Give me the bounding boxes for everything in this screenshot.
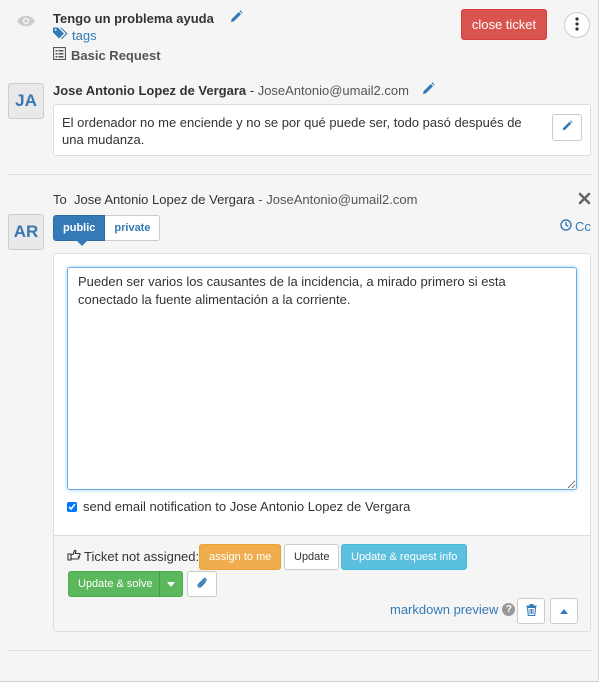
notify-checkbox[interactable] bbox=[67, 501, 77, 512]
assign-status-text: Ticket not assigned: bbox=[84, 549, 200, 564]
ticket-title: Tengo un problema ayuda bbox=[53, 10, 244, 26]
assign-status: Ticket not assigned: bbox=[67, 549, 199, 564]
tag-icon bbox=[53, 27, 68, 43]
reply-textarea[interactable]: Pueden ser varios los causantes de la in… bbox=[67, 267, 577, 490]
notify-label: send email notification to Jose Antonio … bbox=[83, 499, 411, 514]
author-email: JoseAntonio@umail2.com bbox=[257, 83, 409, 98]
avatar: JA bbox=[8, 83, 44, 119]
vertical-ellipsis-icon bbox=[575, 16, 579, 34]
to-label: To bbox=[53, 192, 67, 207]
divider-bottom bbox=[8, 650, 591, 651]
remove-recipient-icon[interactable] bbox=[578, 192, 592, 206]
question-circle-icon[interactable]: ? bbox=[502, 603, 516, 616]
author-name: Jose Antonio Lopez de Vergara bbox=[53, 83, 247, 98]
reply-recipient-line: To Jose Antonio Lopez de Vergara - JoseA… bbox=[53, 192, 417, 207]
pencil-icon bbox=[561, 120, 573, 135]
cc-link[interactable]: Cc bbox=[560, 219, 591, 234]
update-solve-dropdown-button[interactable] bbox=[159, 571, 183, 597]
markdown-preview-link[interactable]: markdown preview ? bbox=[390, 602, 516, 617]
collapse-button[interactable] bbox=[550, 598, 578, 624]
recipient-separator: - bbox=[254, 192, 267, 207]
clock-icon bbox=[560, 219, 572, 234]
recipient-email: JoseAntonio@umail2.com bbox=[266, 192, 418, 207]
update-solve-button[interactable]: Update & solve bbox=[68, 571, 163, 597]
divider bbox=[8, 174, 591, 175]
delete-draft-button[interactable] bbox=[517, 598, 545, 624]
edit-title-icon[interactable] bbox=[229, 10, 244, 24]
notify-row: send email notification to Jose Antonio … bbox=[67, 499, 410, 514]
cc-label: Cc bbox=[575, 219, 591, 234]
tags-link[interactable]: tags bbox=[53, 27, 97, 43]
request-type: Basic Request bbox=[52, 46, 161, 63]
caret-down-icon bbox=[167, 578, 175, 590]
trash-icon bbox=[526, 603, 537, 619]
author-separator: - bbox=[246, 83, 258, 98]
request-type-label: Basic Request bbox=[71, 47, 161, 63]
tags-label: tags bbox=[72, 27, 97, 43]
edit-author-icon[interactable] bbox=[421, 82, 435, 99]
attach-button[interactable] bbox=[187, 571, 217, 597]
message-box: El ordenador no me enciende y no se por … bbox=[53, 104, 591, 156]
message-body: El ordenador no me enciende y no se por … bbox=[62, 115, 522, 147]
close-ticket-button[interactable]: close ticket bbox=[461, 9, 547, 40]
update-request-info-button[interactable]: Update & request info bbox=[341, 544, 468, 570]
edit-message-button[interactable] bbox=[552, 114, 582, 141]
markdown-preview-label: markdown preview bbox=[390, 602, 499, 617]
paperclip-icon bbox=[196, 577, 208, 592]
list-alt-icon bbox=[52, 46, 67, 63]
tab-private[interactable]: private bbox=[105, 215, 161, 241]
tab-public[interactable]: public bbox=[53, 215, 106, 246]
message-author-line: Jose Antonio Lopez de Vergara - JoseAnto… bbox=[53, 82, 435, 99]
update-button[interactable]: Update bbox=[284, 544, 340, 570]
reply-avatar: AR bbox=[8, 214, 44, 250]
action-area: Ticket not assigned: assign to me Update… bbox=[54, 535, 590, 631]
more-options-button[interactable] bbox=[564, 12, 590, 38]
hand-pointer-icon bbox=[67, 549, 81, 564]
assign-to-me-button[interactable]: assign to me bbox=[199, 544, 282, 570]
eye-icon[interactable] bbox=[16, 14, 36, 28]
visibility-tabs: public private bbox=[53, 215, 161, 246]
caret-up-icon bbox=[560, 605, 568, 617]
reply-panel: Pueden ser varios los causantes de la in… bbox=[53, 253, 591, 632]
ticket-title-text: Tengo un problema ayuda bbox=[53, 11, 214, 26]
ticket-view: Tengo un problema ayuda tags Basic Reque… bbox=[0, 0, 599, 682]
recipient-name: Jose Antonio Lopez de Vergara bbox=[73, 192, 255, 207]
